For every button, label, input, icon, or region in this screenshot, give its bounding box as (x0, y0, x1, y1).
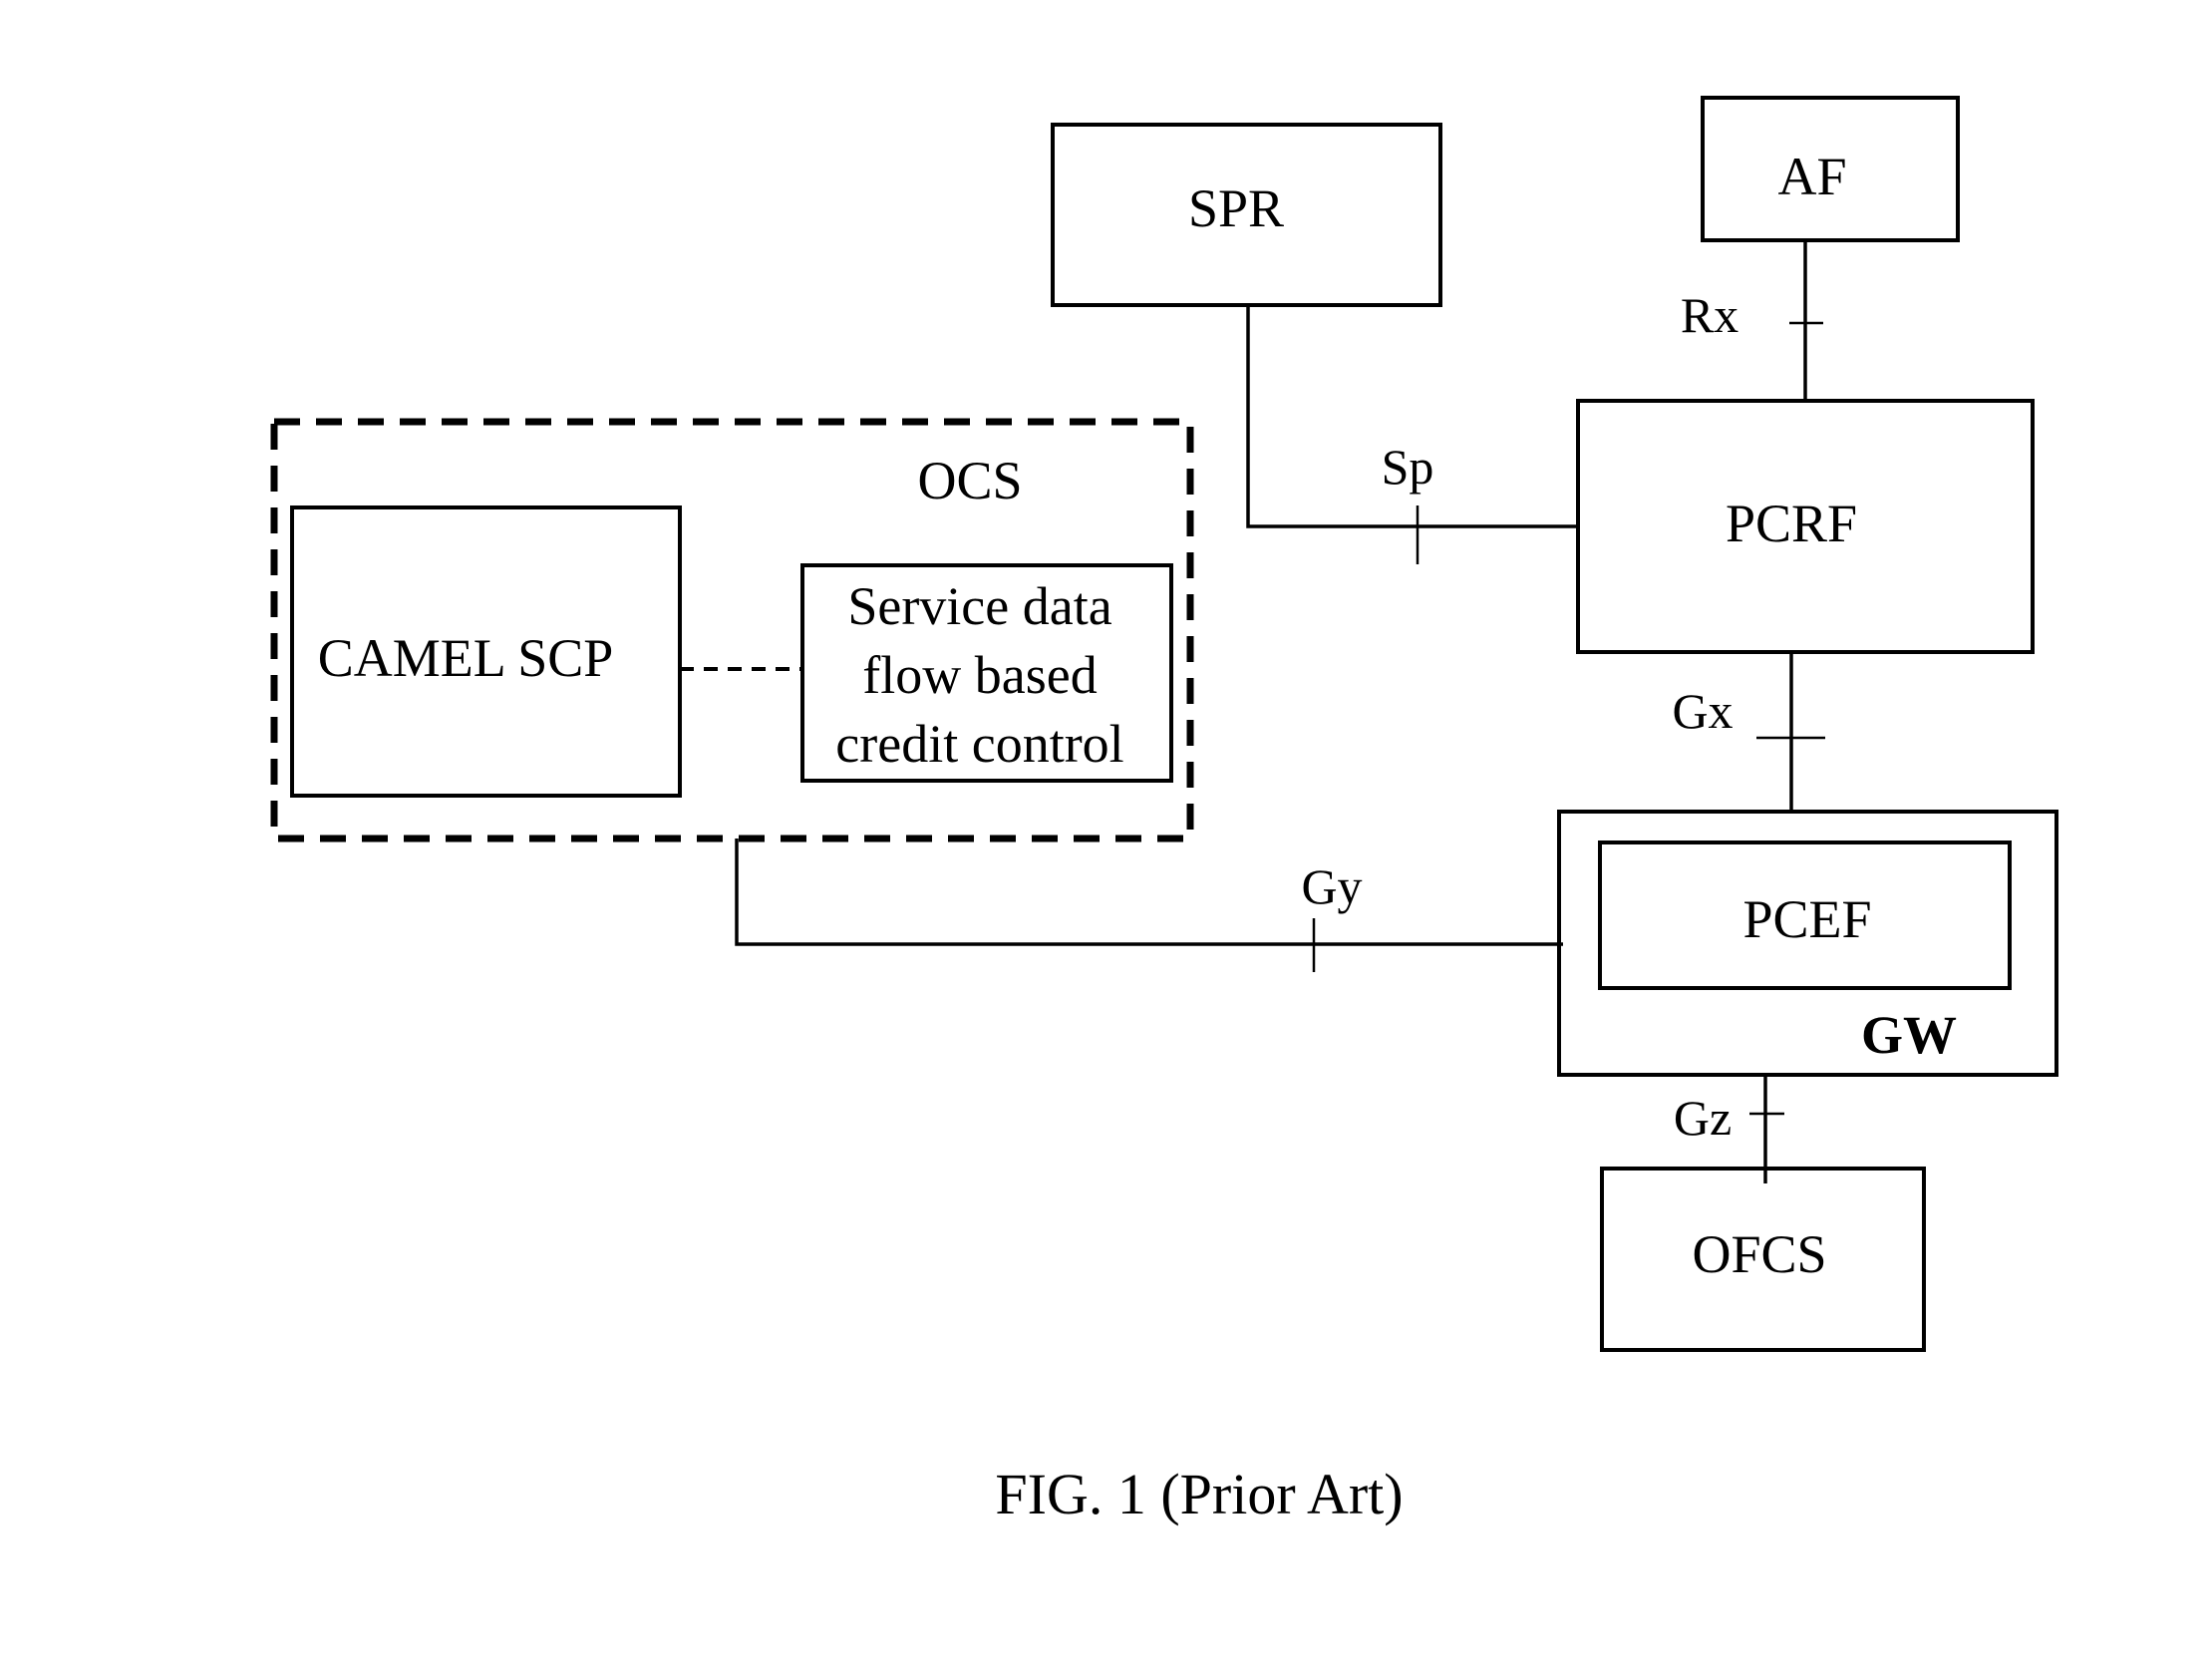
camel-scp-label: CAMEL SCP (318, 628, 614, 688)
figure-caption: FIG. 1 (Prior Art) (995, 1462, 1403, 1526)
pcef-label: PCEF (1742, 889, 1871, 949)
sdf-label-line-1: Service data (847, 576, 1111, 636)
pcrf-label: PCRF (1726, 494, 1857, 553)
gx-label: Gx (1672, 683, 1733, 739)
spr-label: SPR (1188, 178, 1284, 238)
gy-link (735, 839, 1563, 946)
gz-label: Gz (1674, 1090, 1732, 1146)
rx-label: Rx (1681, 287, 1738, 343)
ocs-label: OCS (917, 451, 1022, 510)
sdf-label-line-3: credit control (835, 714, 1123, 774)
ofcs-label: OFCS (1692, 1224, 1826, 1284)
gy-label: Gy (1301, 858, 1362, 914)
sp-label: Sp (1382, 439, 1434, 495)
gw-label: GW (1861, 1005, 1957, 1065)
network-diagram: OCS CAMEL SCP Service data flow based cr… (270, 96, 2058, 1526)
af-label: AF (1777, 147, 1846, 206)
sdf-label-line-2: flow based (862, 645, 1097, 705)
